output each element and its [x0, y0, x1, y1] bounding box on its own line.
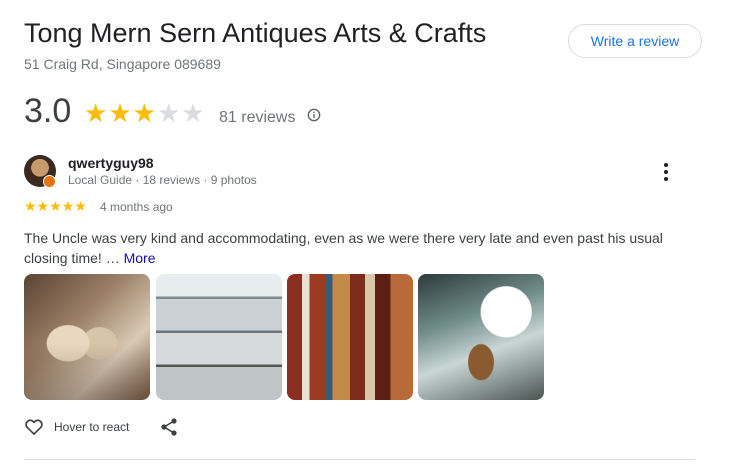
- review-author[interactable]: qwertyguy98: [68, 155, 154, 171]
- info-icon[interactable]: [307, 108, 321, 122]
- star-filled-icon: ★: [108, 98, 132, 128]
- place-title: Tong Mern Sern Antiques Arts & Crafts: [24, 18, 487, 48]
- react-label: Hover to react: [54, 420, 130, 434]
- share-icon[interactable]: [160, 417, 178, 437]
- review-photo[interactable]: [418, 274, 544, 400]
- review-author-meta: Local Guide · 18 reviews · 9 photos: [68, 173, 257, 187]
- heart-icon[interactable]: [24, 417, 44, 437]
- star-filled-icon: ★: [84, 98, 108, 128]
- star-empty-icon: ★: [156, 98, 181, 128]
- average-rating-stars: ★ ★ ★ ★ ★: [84, 98, 205, 128]
- star-filled-icon: ★: [132, 98, 156, 128]
- review-body: The Uncle was very kind and accommodatin…: [24, 230, 663, 266]
- review-stars-text: ★★★★★: [24, 198, 87, 214]
- review-time: 4 months ago: [100, 200, 173, 214]
- more-link[interactable]: More: [124, 250, 156, 266]
- review-count[interactable]: 81 reviews: [219, 109, 295, 127]
- review-stars: ★★★★★: [24, 198, 87, 214]
- local-guide-badge-icon: [43, 175, 56, 188]
- review-photo[interactable]: [287, 274, 413, 400]
- more-vert-icon[interactable]: [658, 160, 674, 184]
- write-review-button[interactable]: Write a review: [568, 24, 702, 58]
- review-photo[interactable]: [156, 274, 282, 400]
- divider: [24, 459, 695, 460]
- star-empty-icon: ★: [181, 98, 205, 128]
- review-photo[interactable]: [24, 274, 150, 400]
- average-rating: 3.0: [24, 92, 72, 130]
- review-text: The Uncle was very kind and accommodatin…: [24, 228, 684, 268]
- place-address: 51 Craig Rd, Singapore 089689: [24, 56, 221, 72]
